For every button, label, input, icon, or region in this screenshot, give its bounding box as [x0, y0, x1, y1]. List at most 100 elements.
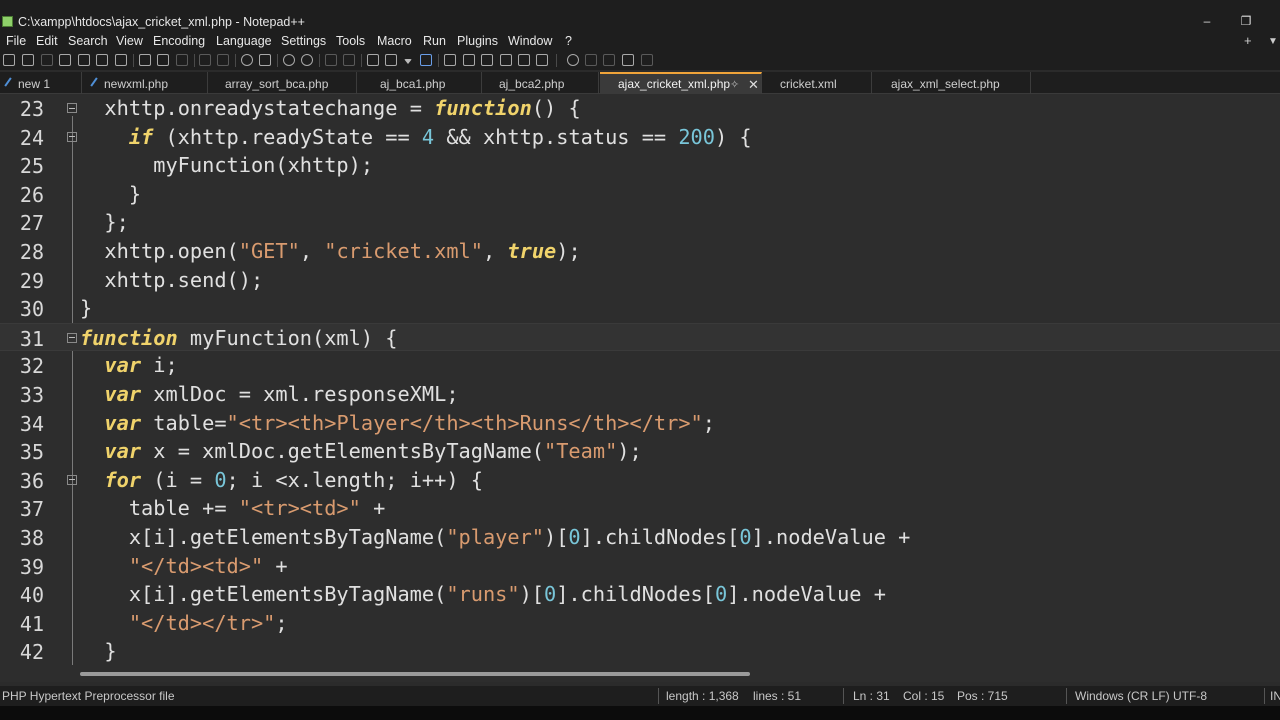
- status-position: Pos : 715: [957, 689, 1008, 703]
- code-token: ,: [482, 239, 508, 263]
- menu-file[interactable]: File: [6, 34, 26, 48]
- menu-view[interactable]: View: [116, 34, 143, 48]
- restore-button[interactable]: ❐: [1235, 13, 1257, 29]
- play-macro-icon[interactable]: [603, 54, 615, 66]
- zoom-out-icon[interactable]: [301, 54, 313, 66]
- code-text: }: [80, 182, 141, 206]
- redo-icon[interactable]: [217, 54, 229, 66]
- scrollbar-thumb[interactable]: [80, 672, 750, 676]
- horizontal-scrollbar[interactable]: [0, 666, 1280, 682]
- add-icon[interactable]: +: [1244, 33, 1252, 48]
- menu-language[interactable]: Language: [216, 34, 272, 48]
- code-line[interactable]: 23 xhttp.onreadystatechange = function()…: [0, 94, 1280, 123]
- pin-icon[interactable]: ✧: [730, 75, 739, 96]
- fx-icon[interactable]: [500, 54, 512, 66]
- copy-icon[interactable]: [157, 54, 169, 66]
- open-file-icon[interactable]: [22, 54, 34, 66]
- code-line[interactable]: 34 var table="<tr><th>Player</th><th>Run…: [0, 409, 1280, 438]
- menu-tools[interactable]: Tools: [336, 34, 365, 48]
- indent-guide-icon[interactable]: [420, 54, 432, 66]
- line-number: 39: [19, 554, 44, 579]
- save-all-icon[interactable]: [59, 54, 71, 66]
- code-line[interactable]: 35 var x = xmlDoc.getElementsByTagName("…: [0, 437, 1280, 466]
- show-all-chars-icon[interactable]: [385, 54, 397, 66]
- menu-settings[interactable]: Settings: [281, 34, 326, 48]
- menu-edit[interactable]: Edit: [36, 34, 58, 48]
- minimize-button[interactable]: –: [1196, 13, 1218, 29]
- function-list-icon[interactable]: [463, 54, 475, 66]
- code-line[interactable]: 36 for (i = 0; i <x.length; i++) {: [0, 466, 1280, 495]
- fold-toggle-icon[interactable]: [67, 103, 77, 113]
- undo-icon[interactable]: [199, 54, 211, 66]
- save-icon[interactable]: [41, 54, 53, 66]
- tab-ajax-cricket-xml[interactable]: ajax_cricket_xml.php ✧ ✕: [600, 72, 762, 94]
- menu-plugins[interactable]: Plugins: [457, 34, 498, 48]
- replace-icon[interactable]: [259, 54, 271, 66]
- code-token: );: [617, 439, 642, 464]
- code-line[interactable]: 41 "</td></tr>";: [0, 609, 1280, 638]
- word-wrap-icon[interactable]: [367, 54, 379, 66]
- paste-icon[interactable]: [176, 54, 188, 66]
- monitoring-icon[interactable]: [536, 54, 548, 66]
- fold-toggle-icon[interactable]: [67, 474, 77, 485]
- document-map-icon[interactable]: [481, 54, 493, 66]
- code-token: () {: [531, 96, 581, 120]
- close-all-icon[interactable]: [96, 54, 108, 66]
- code-line[interactable]: 26 }: [0, 180, 1280, 209]
- sync-v-scroll-icon[interactable]: [325, 54, 337, 66]
- html-tag-icon[interactable]: [444, 54, 456, 66]
- menu-macro[interactable]: Macro: [377, 34, 412, 48]
- code-line[interactable]: 40 x[i].getElementsByTagName("runs")[0].…: [0, 580, 1280, 609]
- code-line[interactable]: 42 }: [0, 637, 1280, 666]
- folder-workspace-icon[interactable]: [518, 54, 530, 66]
- tab-array-sort-bca[interactable]: array_sort_bca.php: [207, 72, 357, 94]
- tab-new-1[interactable]: new 1: [0, 72, 82, 94]
- print-icon[interactable]: [115, 54, 127, 66]
- stop-macro-icon[interactable]: [585, 54, 597, 66]
- tab-newxml[interactable]: newxml.php: [86, 72, 208, 94]
- code-text: myFunction(xhttp);: [80, 153, 373, 177]
- code-line[interactable]: 28 xhttp.open("GET", "cricket.xml", true…: [0, 237, 1280, 266]
- code-line[interactable]: 29 xhttp.send();: [0, 266, 1280, 295]
- code-editor[interactable]: 23 xhttp.onreadystatechange = function()…: [0, 94, 1280, 666]
- menu-run[interactable]: Run: [423, 34, 446, 48]
- record-macro-icon[interactable]: [567, 54, 579, 66]
- toolbar-separator: [319, 54, 320, 67]
- close-tab-icon[interactable]: ✕: [748, 74, 759, 95]
- zoom-in-icon[interactable]: [283, 54, 295, 66]
- fold-toggle-icon[interactable]: [67, 131, 77, 142]
- code-token: x[i].getElementsByTagName(: [80, 582, 447, 607]
- fold-toggle-icon[interactable]: [67, 332, 77, 343]
- menu-encoding[interactable]: Encoding: [153, 34, 205, 48]
- chevron-down-icon[interactable]: ▼: [1268, 36, 1278, 47]
- status-eol-encoding[interactable]: Windows (CR LF) UTF-8: [1075, 689, 1207, 703]
- code-line[interactable]: 31 function myFunction(xml) {: [0, 322, 1280, 352]
- code-line[interactable]: 38 x[i].getElementsByTagName("player")[0…: [0, 523, 1280, 552]
- menu-window[interactable]: Window: [508, 34, 552, 48]
- code-line[interactable]: 27 };: [0, 208, 1280, 237]
- code-token: )[: [519, 582, 544, 607]
- menu-help[interactable]: ?: [565, 34, 572, 48]
- tab-aj-bca2[interactable]: aj_bca2.php: [481, 72, 599, 94]
- code-token: "<tr><td>": [238, 496, 361, 521]
- sync-h-scroll-icon[interactable]: [343, 54, 355, 66]
- save-macro-icon[interactable]: [641, 54, 653, 66]
- close-icon[interactable]: [78, 54, 90, 66]
- find-icon[interactable]: [241, 54, 253, 66]
- menu-search[interactable]: Search: [68, 34, 108, 48]
- code-line[interactable]: 30}: [0, 294, 1280, 323]
- tab-cricket-xml[interactable]: cricket.xml: [762, 72, 872, 94]
- code-line[interactable]: 39 "</td><td>" +: [0, 552, 1280, 581]
- tab-aj-bca1[interactable]: aj_bca1.php: [362, 72, 482, 94]
- code-token: ;: [702, 410, 715, 435]
- code-line[interactable]: 37 table += "<tr><td>" +: [0, 494, 1280, 523]
- tab-ajax-xml-select[interactable]: ajax_xml_select.php: [873, 72, 1031, 94]
- code-line[interactable]: 33 var xmlDoc = xml.responseXML;: [0, 380, 1280, 409]
- code-line[interactable]: 25 myFunction(xhttp);: [0, 151, 1280, 180]
- run-macro-multiple-icon[interactable]: [622, 54, 634, 66]
- cut-icon[interactable]: [139, 54, 151, 66]
- new-file-icon[interactable]: [3, 54, 15, 66]
- code-line[interactable]: 32 var i;: [0, 351, 1280, 380]
- code-line[interactable]: 24 if (xhttp.readyState == 4 && xhttp.st…: [0, 123, 1280, 152]
- dropdown-arrow-icon[interactable]: [404, 59, 412, 64]
